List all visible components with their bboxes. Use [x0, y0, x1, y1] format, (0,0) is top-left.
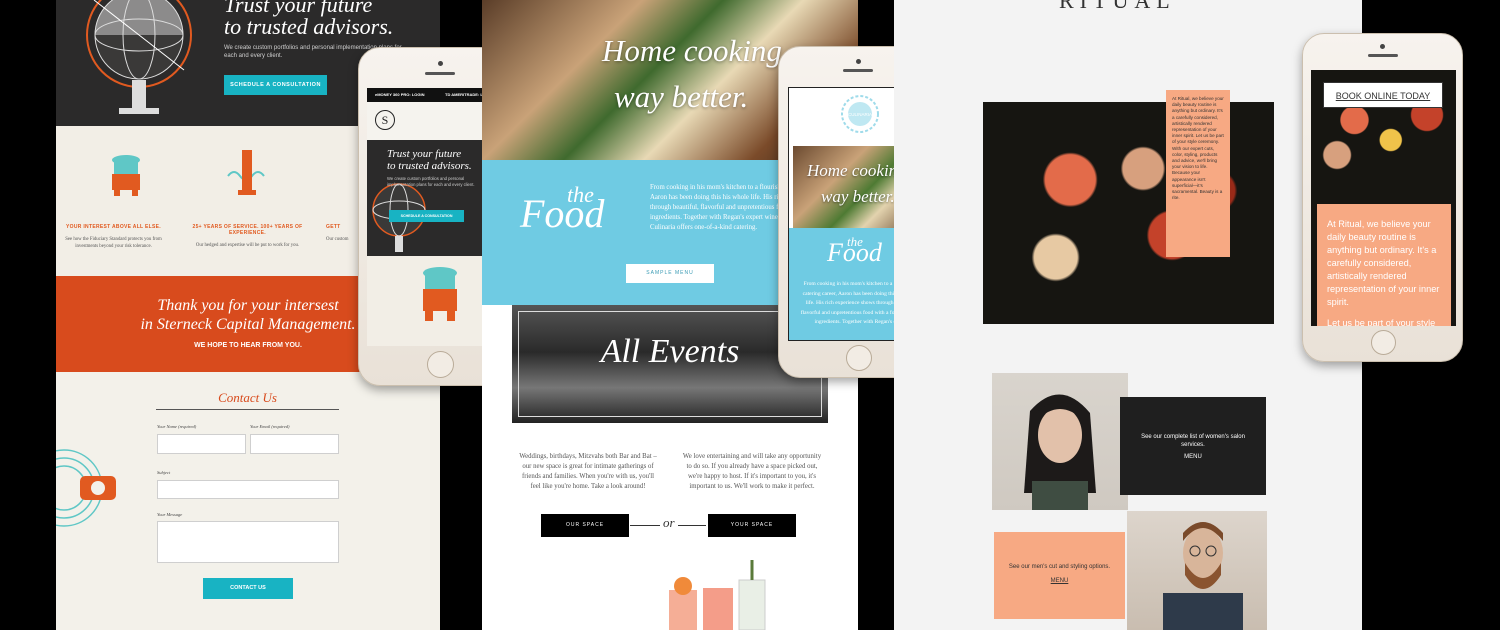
book-online-button[interactable]: BOOK ONLINE TODAY — [1323, 82, 1443, 108]
sample-menu-button[interactable]: SAMPLE MENU — [626, 264, 714, 283]
women-services-text: See our complete list of women's salon s… — [1141, 434, 1245, 448]
phone-about-box: At Ritual, we believe your daily beauty … — [1317, 204, 1451, 326]
speaker — [425, 72, 455, 75]
men-services-text: See our men's cut and styling options. — [1008, 564, 1111, 570]
women-menu-link[interactable]: MENU — [1120, 454, 1266, 460]
hero-title-line2: to trusted advisors. — [224, 14, 394, 39]
your-space-button[interactable]: YOUR SPACE — [708, 514, 796, 537]
phone-hero-line2: to trusted advisors. — [387, 160, 472, 172]
home-button — [846, 345, 872, 371]
message-field[interactable] — [157, 521, 339, 563]
contact-title: Contact Us — [218, 390, 277, 405]
men-menu-link[interactable]: MENU — [994, 578, 1125, 584]
our-space-button[interactable]: OUR SPACE — [541, 514, 629, 537]
floral-painting — [983, 102, 1274, 324]
rotary-phone-icon — [56, 449, 116, 527]
subject-label: Subject — [157, 470, 171, 475]
feature-service: 25+ YEARS OF SERVICE. 100+ YEARS OF EXPE… — [190, 224, 305, 249]
phone-food-title: Food — [827, 238, 882, 267]
feature-body: See how the Fiduciary Standard protects … — [65, 237, 162, 249]
contact-us-button[interactable]: CONTACT US — [203, 578, 293, 599]
phone-about-text2: Let us be part of your style ceremony. W… — [1327, 318, 1436, 326]
feature-interest: YOUR INTEREST ABOVE ALL ELSE. See how th… — [56, 224, 171, 250]
schedule-consultation-button[interactable]: SCHEDULE A CONSULTATION — [224, 75, 327, 95]
men-services-box: See our men's cut and styling options. M… — [994, 532, 1125, 619]
name-label: Your Name (required) — [157, 424, 197, 429]
home-button — [1371, 330, 1396, 355]
message-label: Your Message — [157, 512, 183, 517]
camera — [438, 61, 443, 66]
feature-heading: 25+ YEARS OF SERVICE. 100+ YEARS OF EXPE… — [192, 224, 303, 236]
hero-headline: Home cooking, way better. — [602, 28, 790, 120]
divider — [156, 409, 339, 410]
svg-text:CULINARIA: CULINARIA — [848, 112, 872, 117]
man-portrait — [1127, 511, 1267, 630]
home-button — [427, 351, 454, 378]
feature-heading: YOUR INTEREST ABOVE ALL ELSE. — [66, 224, 161, 230]
emoney-login-link[interactable]: eMONEY 360 PRO: LOGIN — [375, 88, 425, 102]
ritual-logo[interactable]: RITUAL — [1059, 0, 1176, 14]
name-field[interactable] — [157, 434, 246, 454]
woman-portrait — [992, 373, 1128, 510]
logo[interactable]: S — [375, 110, 395, 130]
email-label: Your Email (required) — [250, 424, 290, 429]
woman-photo — [1024, 394, 1096, 510]
email-field[interactable] — [250, 434, 339, 454]
subject-field[interactable] — [157, 480, 339, 499]
phone-hero-line1: Trust your future — [387, 148, 462, 160]
camera — [1380, 44, 1385, 49]
hero-title: Trust your future to trusted advisors. — [224, 0, 393, 38]
column-icon — [227, 150, 265, 195]
urn-icon — [112, 155, 140, 196]
food-title: Food — [520, 191, 605, 236]
your-space-description: We love entertaining and will take any o… — [682, 453, 822, 490]
cocktails-photo — [669, 560, 766, 630]
hero-line2: way better. — [614, 79, 749, 114]
phone-mockup-ritual: BOOK ONLINE TODAY At Ritual, we believe … — [1302, 33, 1463, 362]
ritual-page: RITUAL At Ritual, we believe your daily … — [894, 0, 1362, 630]
phone-hero-title: Trust your future to trusted advisors. — [387, 148, 472, 172]
or-label: or — [660, 515, 678, 531]
speaker — [1368, 54, 1398, 57]
phone-about-text1: At Ritual, we believe your daily beauty … — [1327, 219, 1440, 307]
urn-icon — [423, 267, 457, 321]
armillary-globe-icon — [86, 0, 192, 114]
feature-body: Our hedged and expertise will be put to … — [195, 243, 300, 248]
camera — [856, 59, 861, 64]
phone-hero-subtitle: We create custom portfolios and personal… — [387, 176, 475, 187]
hero-line1: Home cooking, — [602, 33, 790, 68]
about-callout: At Ritual, we believe your daily beauty … — [1166, 90, 1230, 257]
speaker — [843, 69, 873, 72]
phone-screen: BOOK ONLINE TODAY At Ritual, we believe … — [1311, 70, 1456, 326]
schedule-consultation-button[interactable]: SCHEDULE A CONSULTATION — [389, 210, 464, 222]
women-services-box: See our complete list of women's salon s… — [1120, 397, 1266, 495]
culinaria-logo-icon[interactable]: CULINARIA — [840, 94, 880, 134]
man-photo — [1163, 522, 1243, 630]
our-space-description: Weddings, birthdays, Mitzvahs both Bar a… — [519, 453, 657, 490]
